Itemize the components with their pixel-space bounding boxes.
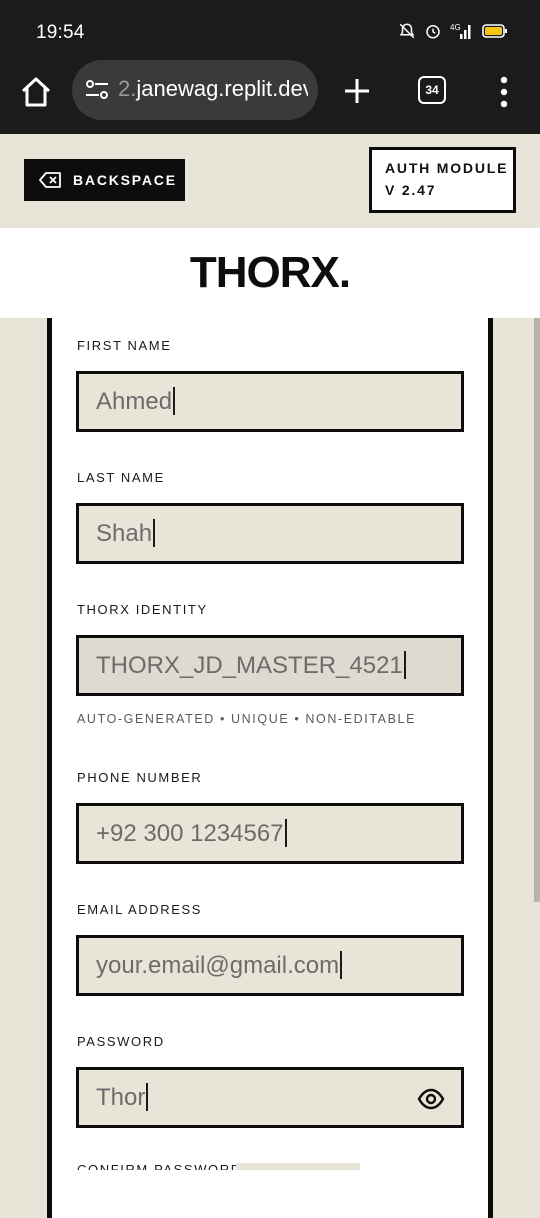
- tabs-icon[interactable]: 34: [418, 76, 446, 104]
- site-settings-icon[interactable]: [84, 77, 110, 103]
- auth-module-title: AUTH MODULE: [385, 160, 509, 176]
- battery-icon: [482, 24, 507, 38]
- identity-input: THORX_JD_MASTER_4521: [76, 635, 464, 696]
- email-input[interactable]: your.email@gmail.com: [76, 935, 464, 996]
- scrollbar[interactable]: [534, 318, 540, 902]
- email-label: EMAIL ADDRESS: [77, 902, 203, 917]
- confirm-password-label: CONFIRM PASSWORD: [77, 1163, 242, 1170]
- first-name-input[interactable]: Ahmed: [76, 371, 464, 432]
- app-header: BACKSPACE AUTH MODULE V 2.47: [0, 134, 540, 228]
- identity-label: THORX IDENTITY: [77, 602, 208, 617]
- password-label: PASSWORD: [77, 1034, 165, 1049]
- status-bar: 19:54 4G: [0, 0, 540, 62]
- last-name-input[interactable]: Shah: [76, 503, 464, 564]
- auth-module-badge: AUTH MODULE V 2.47: [369, 147, 516, 213]
- browser-toolbar: 2.janewag.replit.dev 34: [0, 60, 540, 134]
- thorx-logo: THORX.: [189, 248, 351, 297]
- eye-icon[interactable]: [417, 1085, 445, 1113]
- signal-4g-icon: 4G: [450, 23, 471, 39]
- last-name-label: LAST NAME: [77, 470, 165, 485]
- phone-value: +92 300 1234567: [96, 818, 287, 849]
- address-bar[interactable]: 2.janewag.replit.dev: [72, 60, 318, 120]
- last-name-value: Shah: [96, 518, 156, 549]
- identity-hint: AUTO-GENERATED • UNIQUE • NON-EDITABLE: [77, 712, 417, 726]
- first-name-label: FIRST NAME: [77, 338, 172, 353]
- logo-band: THORX.: [0, 228, 540, 318]
- backspace-button[interactable]: BACKSPACE: [24, 159, 185, 201]
- email-placeholder: your.email@gmail.com: [96, 950, 343, 981]
- phone-input[interactable]: +92 300 1234567: [76, 803, 464, 864]
- plus-icon[interactable]: [342, 76, 372, 106]
- auth-module-version: V 2.47: [385, 182, 437, 198]
- alarm-icon: [426, 25, 440, 39]
- phone-label: PHONE NUMBER: [77, 770, 203, 785]
- svg-text:4G: 4G: [450, 23, 461, 32]
- home-icon[interactable]: [18, 74, 54, 110]
- password-value: Thor: [96, 1082, 149, 1113]
- backspace-label: BACKSPACE: [73, 172, 177, 188]
- status-icons: 4G: [398, 22, 508, 40]
- first-name-value: Ahmed: [96, 386, 176, 417]
- confirm-password-chip: [236, 1163, 360, 1170]
- identity-value: THORX_JD_MASTER_4521: [96, 650, 406, 681]
- password-input[interactable]: Thor: [76, 1067, 464, 1128]
- backspace-icon: [39, 172, 61, 188]
- more-vert-icon[interactable]: [498, 76, 510, 108]
- url-text: 2.janewag.replit.dev: [118, 76, 308, 101]
- bell-muted-icon: [399, 23, 415, 39]
- status-time: 19:54: [36, 22, 85, 43]
